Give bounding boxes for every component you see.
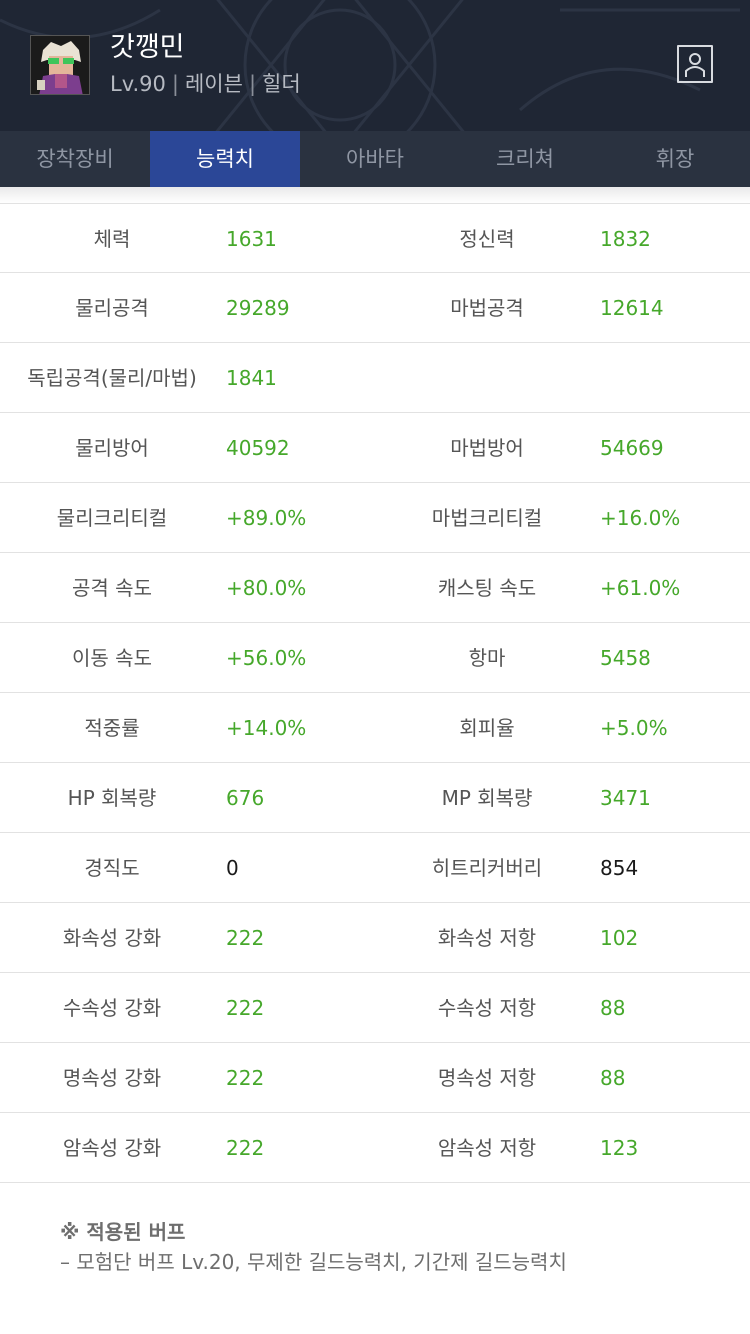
character-job: 힐더	[262, 72, 301, 96]
stat-value: 12614	[600, 296, 664, 320]
character-info: Lv.90 | 레이븐 | 힐더	[110, 71, 301, 97]
stat-row: 물리방어 40592 마법방어 54669	[0, 413, 750, 483]
stat-value: 5458	[600, 646, 651, 670]
stat-value: 88	[600, 1066, 626, 1090]
applied-buff-title: ※ 적용된 버프	[60, 1220, 186, 1244]
stat-value: +16.0%	[600, 506, 681, 530]
stat-row: 경직도 0 히트리커버리 854	[0, 833, 750, 903]
stat-label: 명속성 저항	[437, 1066, 537, 1090]
stat-label: 회피율	[459, 716, 515, 740]
stat-label: 독립공격(물리/마법)	[27, 366, 197, 390]
stat-value: 0	[226, 856, 239, 880]
stat-label: 마법크리티컬	[431, 506, 543, 530]
stat-value: 40592	[226, 436, 290, 460]
stat-label: 정신력	[459, 227, 515, 251]
profile-card-icon	[685, 53, 705, 77]
character-class: 레이븐	[184, 72, 243, 96]
stat-value: +5.0%	[600, 716, 668, 740]
stat-value: 123	[600, 1136, 639, 1160]
tab-avatar[interactable]: 아바타	[300, 131, 450, 187]
character-name: 갓깽민	[110, 32, 185, 63]
stat-value: 1832	[600, 227, 651, 251]
applied-buff-text: – 모험단 버프 Lv.20, 무제한 길드능력치, 기간제 길드능력치	[60, 1250, 567, 1274]
stat-row: 물리크리티컬 +89.0% 마법크리티컬 +16.0%	[0, 483, 750, 553]
stat-value: 1631	[226, 227, 277, 251]
stat-value: 1841	[226, 366, 277, 390]
stat-label: 암속성 저항	[437, 1136, 537, 1160]
stat-value: 222	[226, 1136, 265, 1160]
tab-equipment[interactable]: 장착장비	[0, 131, 150, 187]
stat-label: 캐스팅 속도	[437, 576, 537, 600]
stat-value: 54669	[600, 436, 664, 460]
stat-value: 3471	[600, 786, 651, 810]
stat-row: 화속성 강화 222 화속성 저항 102	[0, 903, 750, 973]
stat-label: 체력	[93, 227, 131, 251]
stat-label	[375, 343, 599, 413]
profile-button[interactable]	[677, 45, 713, 83]
stat-label: 수속성 강화	[62, 996, 162, 1020]
stat-label: 화속성 저항	[437, 926, 537, 950]
stat-row: 이동 속도 +56.0% 항마 5458	[0, 623, 750, 693]
stat-value: 29289	[226, 296, 290, 320]
tab-stats[interactable]: 능력치	[150, 131, 300, 187]
stat-value: 88	[600, 996, 626, 1020]
stat-value: +61.0%	[600, 576, 681, 600]
stat-row: 적중률 +14.0% 회피율 +5.0%	[0, 693, 750, 763]
stat-label: HP 회복량	[67, 786, 157, 810]
stat-row: 물리공격 29289 마법공격 12614	[0, 273, 750, 343]
stat-label: 경직도	[84, 856, 140, 880]
stat-row: 명속성 강화 222 명속성 저항 88	[0, 1043, 750, 1113]
character-avatar	[30, 35, 90, 95]
stat-value: 676	[226, 786, 265, 810]
character-header: 갓깽민 Lv.90 | 레이븐 | 힐더	[0, 0, 750, 131]
stat-value: +89.0%	[226, 506, 307, 530]
stats-table: 체력 1631 정신력 1832 물리공격 29289 마법공격 12614 독…	[0, 203, 750, 1183]
tab-creature[interactable]: 크리쳐	[450, 131, 600, 187]
stat-value: 222	[226, 1066, 265, 1090]
stat-label: 물리공격	[75, 296, 149, 320]
stat-value: 102	[600, 926, 639, 950]
stat-label: MP 회복량	[441, 786, 533, 810]
stat-value: +56.0%	[226, 646, 307, 670]
stat-row: 수속성 강화 222 수속성 저항 88	[0, 973, 750, 1043]
stat-row: 암속성 강화 222 암속성 저항 123	[0, 1113, 750, 1183]
stat-label: 마법공격	[450, 296, 524, 320]
stat-label: 마법방어	[450, 436, 524, 460]
stat-row: 독립공격(물리/마법) 1841	[0, 343, 750, 413]
header-emblem-background	[0, 0, 740, 131]
character-portrait-icon	[31, 36, 89, 94]
stat-label: 암속성 강화	[62, 1136, 162, 1160]
stat-value: +14.0%	[226, 716, 307, 740]
stat-row: 체력 1631 정신력 1832	[0, 203, 750, 273]
stat-label: 히트리커버리	[431, 856, 543, 880]
stat-label: 항마	[468, 646, 506, 670]
stat-value: +80.0%	[226, 576, 307, 600]
stat-label: 적중률	[84, 716, 140, 740]
stat-label: 공격 속도	[72, 576, 152, 600]
stat-label: 화속성 강화	[62, 926, 162, 950]
stat-value: 222	[226, 926, 265, 950]
tab-shadow-divider	[0, 187, 750, 203]
stat-row: 공격 속도 +80.0% 캐스팅 속도 +61.0%	[0, 553, 750, 623]
stat-label: 이동 속도	[72, 646, 152, 670]
stat-label: 물리방어	[75, 436, 149, 460]
tab-emblem[interactable]: 휘장	[600, 131, 750, 187]
stat-row: HP 회복량 676 MP 회복량 3471	[0, 763, 750, 833]
stat-label: 물리크리티컬	[56, 506, 168, 530]
stat-label: 명속성 강화	[62, 1066, 162, 1090]
character-level: Lv.90	[110, 72, 166, 96]
stat-label: 수속성 저항	[437, 996, 537, 1020]
separator: |	[171, 72, 179, 96]
stat-value: 222	[226, 996, 265, 1020]
stat-value: 854	[600, 856, 639, 880]
separator: |	[248, 72, 257, 96]
tab-bar: 장착장비 능력치 아바타 크리쳐 휘장	[0, 131, 750, 187]
